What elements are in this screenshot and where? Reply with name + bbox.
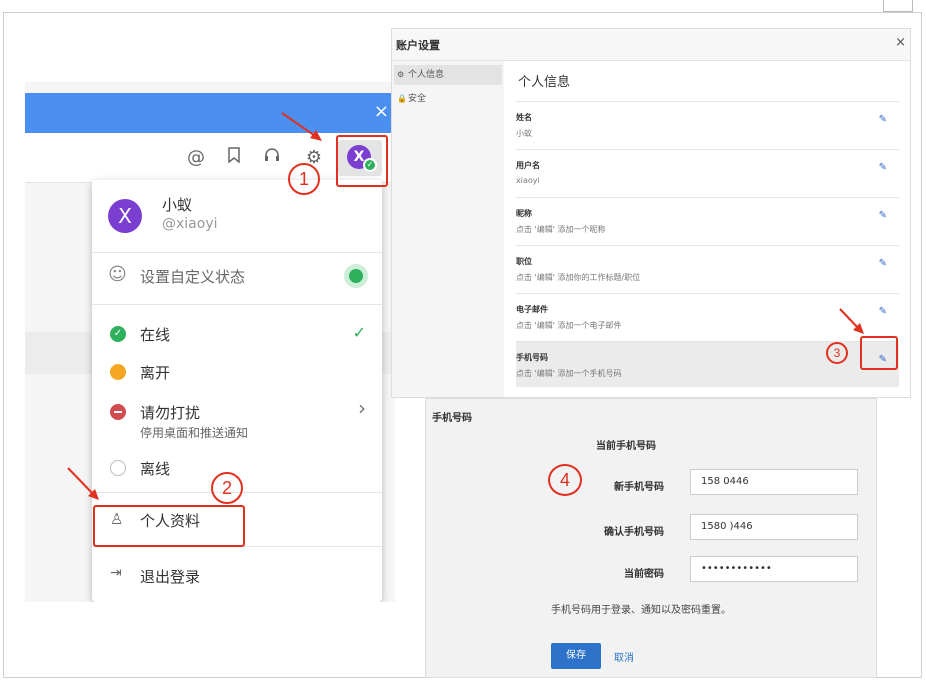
annotation-arrows <box>67 112 864 500</box>
